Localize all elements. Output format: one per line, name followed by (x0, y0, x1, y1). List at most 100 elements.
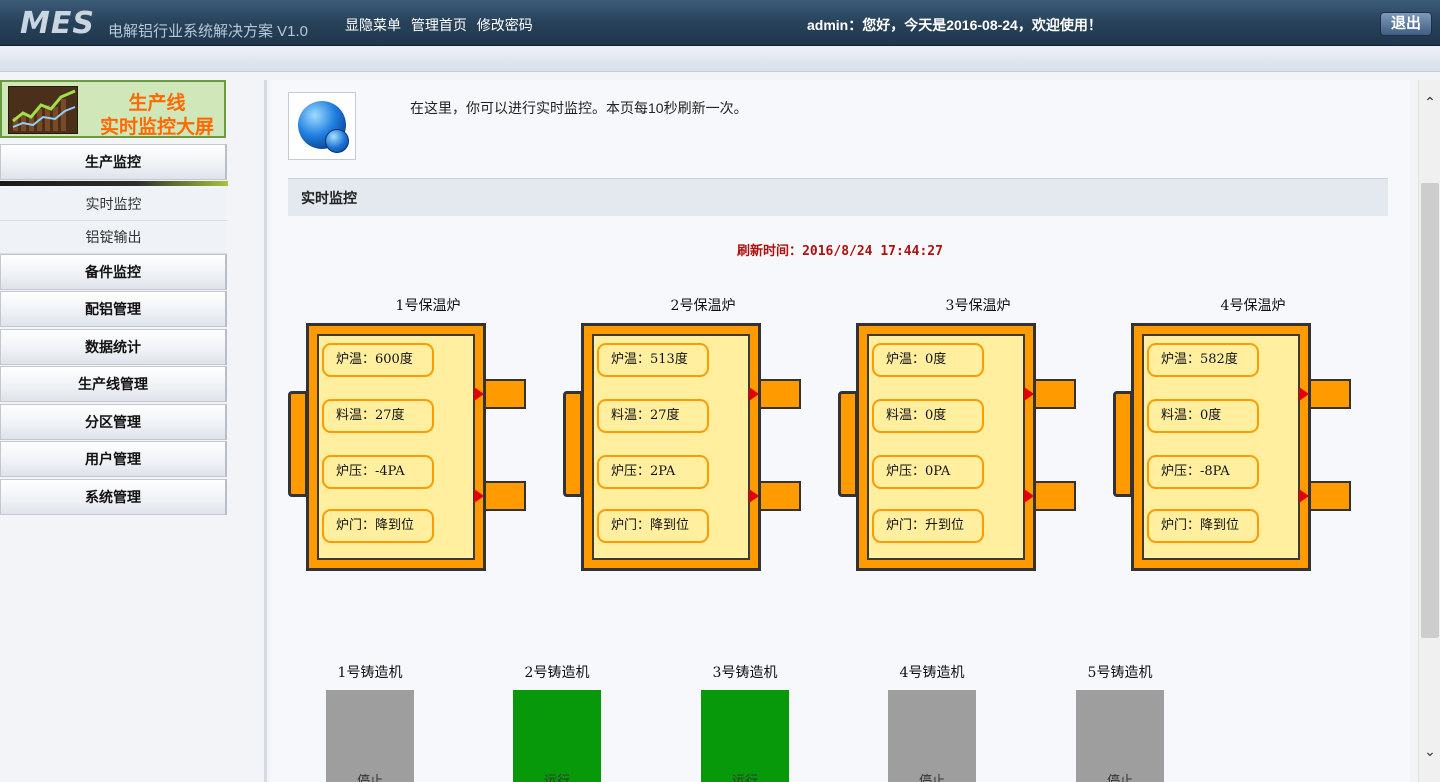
caster-status-block: 停止 (326, 690, 414, 782)
caster-4: 4号铸造机 停止 (872, 658, 992, 782)
greeting-text: admin：您好，今天是2016-08-24，欢迎使用！ (807, 17, 1102, 33)
furnace-door-status: 炉门：降到位 (322, 509, 434, 543)
furnace-left-door (838, 391, 858, 497)
caster-title: 4号铸造机 (899, 665, 965, 681)
refresh-time-value: 2016/8/24 17:44:27 (802, 244, 943, 259)
furnace-title: 1号保温炉 (395, 298, 461, 314)
furnace-outlet-pipe-bottom (484, 481, 526, 511)
furnace-door-status: 炉门：升到位 (872, 509, 984, 543)
small-globe-icon (325, 129, 349, 153)
furnace-outlet-pipe-top (1034, 379, 1076, 409)
app-logo: MES (20, 6, 95, 41)
furnace-outlet-pipe-bottom (1034, 481, 1076, 511)
sidebar-divider (264, 80, 267, 782)
realtime-screen-banner[interactable]: 生产线 实时监控大屏 (0, 80, 226, 138)
chart-icon (8, 86, 78, 134)
material-temp: 料温：27度 (322, 399, 434, 433)
menu-spare-parts-monitor[interactable]: 备件监控 (0, 254, 227, 290)
red-indicator-icon (474, 387, 484, 401)
menu-user-mgmt[interactable]: 用户管理 (0, 441, 227, 477)
furnace-door-status: 炉门：降到位 (1147, 509, 1259, 543)
caster-status-block: 停止 (1076, 690, 1164, 782)
home-link[interactable]: 管理首页 (411, 17, 467, 33)
furnace-pressure: 炉压：-8PA (1147, 455, 1259, 489)
caster-3: 3号铸造机 运行 (685, 658, 805, 782)
material-temp: 料温：0度 (1147, 399, 1259, 433)
furnace-title: 3号保温炉 (945, 298, 1011, 314)
caster-title: 2号铸造机 (524, 665, 590, 681)
menu-zone-mgmt[interactable]: 分区管理 (0, 404, 227, 440)
material-temp: 料温：27度 (597, 399, 709, 433)
banner-title-line2: 实时监控大屏 (99, 117, 214, 138)
furnace-outlet-pipe-top (484, 379, 526, 409)
furnace-outlet-pipe-top (1309, 379, 1351, 409)
menu-system-mgmt[interactable]: 系统管理 (0, 479, 227, 515)
menu-data-statistics[interactable]: 数据统计 (0, 329, 227, 365)
furnace-outlet-pipe-bottom (759, 481, 801, 511)
top-header: MES 电解铝行业系统解决方案 V1.0 显隐菜单 管理首页 修改密码 admi… (0, 0, 1440, 46)
furnace-temp: 炉温：600度 (322, 343, 434, 377)
red-indicator-icon (474, 489, 484, 503)
caster-2: 2号铸造机 运行 (497, 658, 617, 782)
furnace-title: 4号保温炉 (1220, 298, 1286, 314)
caster-title: 1号铸造机 (337, 665, 403, 681)
furnace-left-door (288, 391, 308, 497)
furnace-pressure: 炉压：-4PA (322, 455, 434, 489)
refresh-label: 刷新时间： (737, 244, 803, 259)
change-password-link[interactable]: 修改密码 (477, 17, 533, 33)
red-indicator-icon (1024, 489, 1034, 503)
caster-title: 5号铸造机 (1087, 665, 1153, 681)
sidebar: 生产线 实时监控大屏 生产监控 实时监控 铝锭输出 备件监控 配铝管理 数据统计… (0, 80, 228, 782)
furnace-outlet-pipe-top (759, 379, 801, 409)
furnace-outlet-pipe-bottom (1309, 481, 1351, 511)
menu-aluminum-allocation[interactable]: 配铝管理 (0, 291, 227, 327)
furnace-temp: 炉温：513度 (597, 343, 709, 377)
scroll-thumb[interactable] (1421, 183, 1439, 638)
caster-status: 停止 (918, 773, 945, 782)
scroll-up-icon[interactable]: ⌃ (1419, 94, 1440, 114)
caster-status-block: 运行 (701, 690, 789, 782)
furnace-title: 2号保温炉 (670, 298, 736, 314)
furnace-pressure: 炉压：0PA (872, 455, 984, 489)
caster-title: 3号铸造机 (712, 665, 778, 681)
caster-5: 5号铸造机 停止 (1060, 658, 1180, 782)
caster-status-block: 运行 (513, 690, 601, 782)
caster-status-block: 停止 (888, 690, 976, 782)
red-indicator-icon (1299, 387, 1309, 401)
furnace-left-door (1113, 391, 1133, 497)
menu-production-monitor[interactable]: 生产监控 (0, 144, 227, 180)
furnace-temp: 炉温：582度 (1147, 343, 1259, 377)
sub-header-bar (0, 46, 1440, 72)
red-indicator-icon (1024, 387, 1034, 401)
banner-title-line1: 生产线 (128, 93, 186, 114)
menu-separator (0, 181, 228, 186)
section-title: 实时监控 (288, 178, 1388, 216)
refresh-time: 刷新时间：2016/8/24 17:44:27 (270, 240, 1410, 259)
menu-realtime-monitor[interactable]: 实时监控 (0, 188, 227, 221)
main-content: 在这里，你可以进行实时监控。本页每10秒刷新一次。 实时监控 刷新时间：2016… (270, 80, 1410, 782)
caster-status: 停止 (1106, 773, 1133, 782)
material-temp: 料温：0度 (872, 399, 984, 433)
globe-icon-box (288, 92, 356, 160)
app-subtitle: 电解铝行业系统解决方案 V1.0 (108, 23, 309, 40)
furnace-door-status: 炉门：降到位 (597, 509, 709, 543)
caster-status: 停止 (356, 773, 383, 782)
logout-button[interactable]: 退出 (1380, 12, 1432, 36)
menu-ingot-output[interactable]: 铝锭输出 (0, 221, 227, 254)
furnace-3: 3号保温炉 炉温：0度 料温：0度 炉压：0PA 炉门：升到位 (838, 295, 1078, 575)
red-indicator-icon (1299, 489, 1309, 503)
caster-1: 1号铸造机 停止 (310, 658, 430, 782)
toggle-menu-link[interactable]: 显隐菜单 (345, 17, 401, 33)
vertical-scrollbar[interactable]: ⌃ ⌄ (1418, 80, 1440, 782)
furnace-4: 4号保温炉 炉温：582度 料温：0度 炉压：-8PA 炉门：降到位 (1113, 295, 1353, 575)
furnace-2: 2号保温炉 炉温：513度 料温：27度 炉压：2PA 炉门：降到位 (563, 295, 803, 575)
menu-production-line-mgmt[interactable]: 生产线管理 (0, 366, 227, 402)
caster-status: 运行 (731, 773, 758, 782)
caster-status: 运行 (543, 773, 570, 782)
intro-text: 在这里，你可以进行实时监控。本页每10秒刷新一次。 (410, 100, 748, 116)
furnace-left-door (563, 391, 583, 497)
red-indicator-icon (749, 489, 759, 503)
furnace-pressure: 炉压：2PA (597, 455, 709, 489)
scroll-down-icon[interactable]: ⌄ (1419, 743, 1440, 763)
red-indicator-icon (749, 387, 759, 401)
